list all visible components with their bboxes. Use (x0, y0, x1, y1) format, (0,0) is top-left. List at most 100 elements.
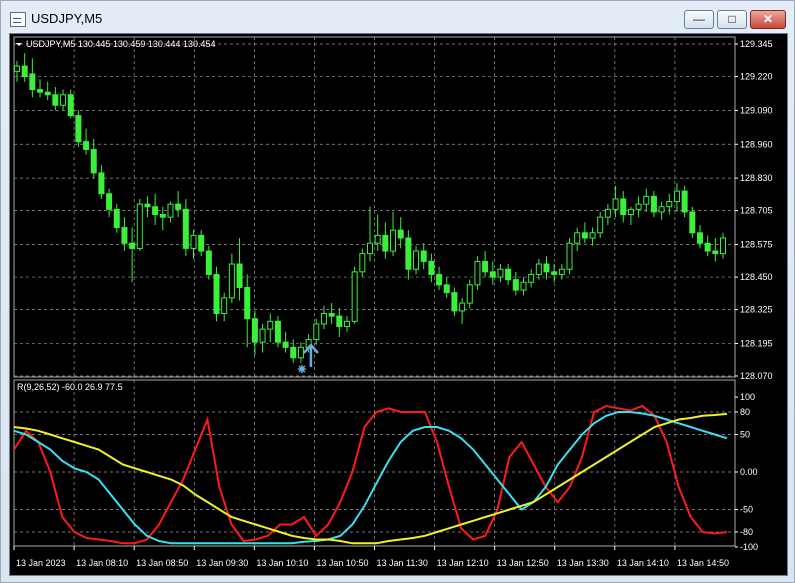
bearish-candle (650, 195, 657, 213)
time-tick-label: 13 Jan 14:50 (677, 558, 729, 568)
price-tick-label: 128.450 (740, 272, 773, 282)
bearish-candle (75, 115, 82, 143)
bullish-candle (259, 328, 266, 343)
bearish-candle (397, 229, 404, 239)
buy-arrow-icon (302, 343, 319, 367)
bearish-candle (382, 234, 389, 252)
indicator-tick-label: -50 (740, 505, 753, 515)
bullish-candle (558, 268, 565, 275)
bullish-candle (604, 208, 611, 218)
time-tick-label: 13 Jan 12:10 (437, 558, 489, 568)
bullish-candle (535, 263, 542, 275)
bullish-candle (167, 203, 174, 218)
bearish-candle (543, 263, 550, 273)
time-tick-label: 13 Jan 13:30 (557, 558, 609, 568)
bearish-candle (244, 286, 251, 320)
chart-area[interactable]: 129.345 129.220 129.090 128.960 128.830 128.7… (9, 33, 788, 576)
bearish-candle (90, 148, 97, 174)
bullish-candle (597, 216, 604, 234)
bearish-candle (443, 284, 450, 294)
bearish-candle (420, 250, 427, 262)
bullish-candle (720, 237, 726, 255)
time-tick-label: 13 Jan 10:10 (256, 558, 308, 568)
bullish-candle (589, 232, 596, 239)
time-tick-label: 13 Jan 2023 (16, 558, 66, 568)
bearish-candle (21, 65, 28, 78)
bullish-candle (190, 234, 197, 249)
bearish-candle (290, 346, 297, 359)
bearish-candle (37, 89, 44, 93)
bearish-candle (129, 242, 136, 249)
bullish-candle (374, 234, 381, 244)
maximize-button[interactable]: □ (717, 10, 747, 29)
bearish-candle (121, 227, 128, 244)
price-tick-label: 129.220 (740, 72, 773, 82)
bearish-candle (29, 73, 36, 91)
chart-info: USDJPY,M5 130.445 130.459 130.444 130.45… (26, 39, 215, 49)
medium-line (13, 411, 728, 545)
bearish-candle (52, 94, 59, 106)
bullish-candle (351, 271, 358, 322)
bearish-candle (213, 273, 220, 315)
time-tick-label: 13 Jan 14:10 (617, 558, 669, 568)
bullish-candle (459, 302, 466, 312)
bullish-candle (14, 65, 20, 72)
bullish-candle (643, 195, 650, 205)
indicator-tick-label: 100 (740, 392, 755, 402)
bullish-candle (528, 273, 535, 283)
signal-star-icon (297, 364, 306, 373)
bullish-candle (297, 346, 304, 359)
title-bar[interactable]: USDJPY,M5 — □ ✕ (1, 1, 794, 33)
bearish-candle (489, 271, 496, 278)
bullish-candle (359, 253, 366, 273)
bullish-candle (466, 284, 473, 304)
bullish-candle (658, 206, 665, 213)
bullish-candle (520, 281, 527, 291)
chart-menu-arrow-icon[interactable] (16, 43, 22, 46)
bearish-candle (482, 260, 489, 273)
bearish-candle (251, 318, 258, 343)
bullish-candle (474, 260, 481, 286)
price-tick-label: 128.070 (740, 371, 773, 381)
bearish-candle (282, 341, 289, 348)
bearish-candle (205, 250, 212, 275)
indicator-tick-label: 80 (740, 407, 750, 417)
bearish-candle (98, 172, 105, 195)
price-tick-label: 128.195 (740, 338, 773, 348)
bearish-candle (428, 260, 435, 275)
indicator-label: R(9,26,52) -60.0 26.9 77.5 (17, 382, 123, 392)
bullish-candle (413, 250, 420, 270)
bullish-candle (574, 232, 581, 244)
price-tick-label: 129.090 (740, 105, 773, 115)
price-tick-label: 128.575 (740, 240, 773, 250)
bearish-candle (44, 91, 51, 96)
bearish-candle (113, 208, 120, 229)
bearish-candle (236, 263, 243, 288)
bullish-candle (390, 229, 397, 252)
bullish-candle (267, 320, 274, 330)
bullish-candle (367, 242, 373, 255)
bearish-candle (198, 234, 205, 252)
bullish-candle (612, 198, 619, 210)
close-button[interactable]: ✕ (750, 10, 786, 29)
bullish-candle (221, 297, 228, 315)
bullish-candle (228, 263, 235, 299)
minimize-button[interactable]: — (684, 10, 714, 29)
bearish-candle (328, 313, 335, 317)
bearish-candle (175, 203, 182, 210)
window-title: USDJPY,M5 (31, 11, 103, 26)
bearish-candle (581, 232, 588, 239)
indicator-tick-label: -100 (740, 542, 758, 552)
chart-window-icon (10, 12, 26, 27)
indicator-tick-label: 50 (740, 430, 750, 440)
indicator-tick-label: 0.00 (740, 467, 758, 477)
bearish-candle (152, 206, 159, 216)
price-tick-label: 128.325 (740, 305, 773, 315)
bearish-candle (436, 273, 443, 286)
time-tick-label: 13 Jan 09:30 (196, 558, 248, 568)
price-chart[interactable]: 129.345 129.220 129.090 128.960 128.830 128.7… (10, 34, 787, 575)
bullish-candle (635, 203, 642, 210)
bullish-candle (313, 323, 320, 341)
price-tick-label: 128.960 (740, 139, 773, 149)
bullish-candle (136, 203, 143, 249)
